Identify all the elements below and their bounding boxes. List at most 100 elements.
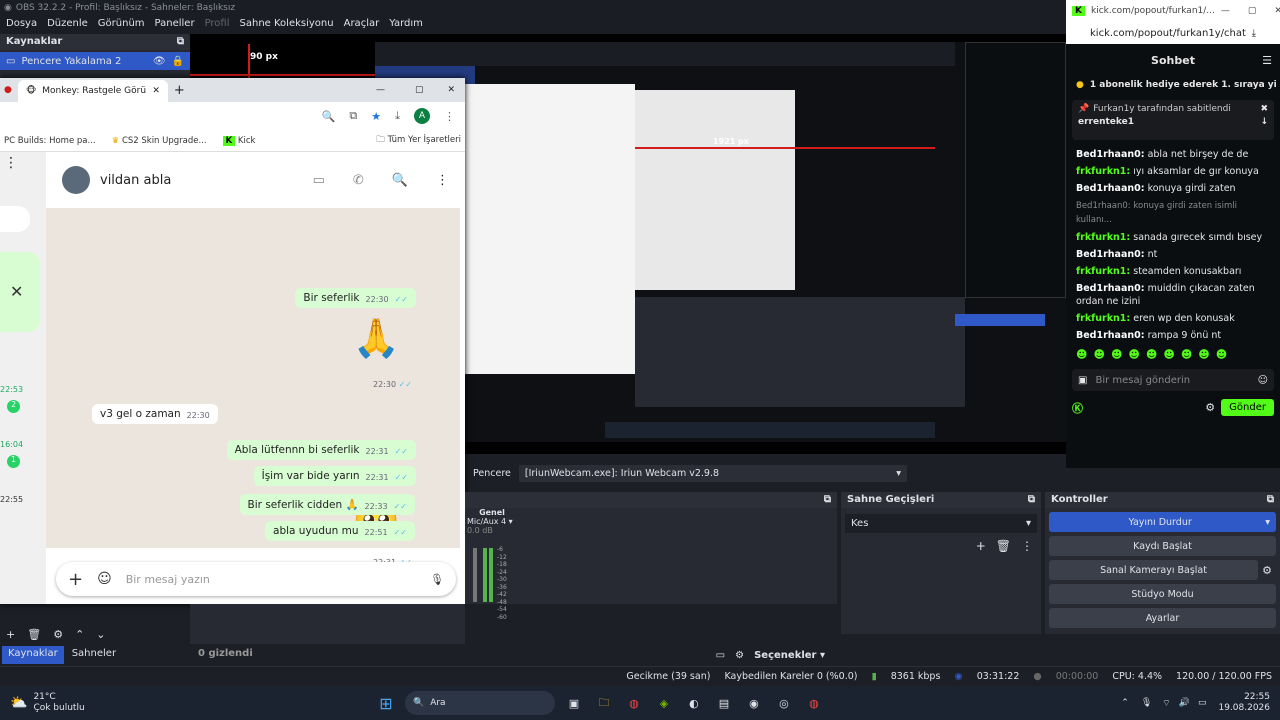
menu-edit[interactable]: Düzenle <box>47 18 88 32</box>
emote-icon[interactable]: ☻ <box>1076 348 1087 361</box>
menu-docks[interactable]: Paneller <box>155 18 195 32</box>
minimize-icon[interactable]: — <box>1221 6 1230 16</box>
menu-icon[interactable]: ⋮ <box>436 173 449 188</box>
menu-file[interactable]: Dosya <box>6 18 37 32</box>
clock[interactable]: 22:55 19.08.2026 <box>1218 692 1270 714</box>
volume-slider[interactable] <box>473 548 477 602</box>
lock-icon[interactable]: 🔒 <box>172 56 184 67</box>
chat-username[interactable]: Bed1rhaan0: <box>1076 283 1145 294</box>
layout-icon[interactable]: ▭ <box>716 650 725 661</box>
app-icon[interactable]: ◎ <box>774 693 794 713</box>
chevron-down-icon[interactable]: ▾ <box>1265 517 1270 528</box>
undock-icon[interactable]: ⧉ <box>177 36 184 48</box>
chat-username[interactable]: frkfurkn1: <box>1076 266 1130 277</box>
chrome-icon-2[interactable]: ◍ <box>804 693 824 713</box>
kick-url[interactable]: kick.com/popout/furkan1y/chat <box>1090 28 1246 39</box>
task-view-icon[interactable]: ▣ <box>564 693 584 713</box>
new-tab-icon[interactable]: + <box>174 83 185 98</box>
close-window-icon[interactable]: ✕ <box>1274 6 1280 16</box>
emote-row[interactable]: ☻ ☻ ☻ ☻ ☻ ☻ ☻ ☻ ☻ <box>1066 344 1280 365</box>
collapse-icon[interactable]: ↓ <box>1260 117 1268 127</box>
emote-icon[interactable]: ☻ <box>1198 348 1209 361</box>
link-icon[interactable]: ⚙ <box>735 650 744 661</box>
options-button[interactable]: Seçenekler ▾ <box>754 650 825 661</box>
zoom-icon[interactable]: 🔍 <box>322 110 336 123</box>
eye-icon[interactable]: 👁 <box>153 56 166 67</box>
start-record-button[interactable]: Kaydı Başlat <box>1049 536 1276 556</box>
chat-username[interactable]: Bed1rhaan0: <box>1076 249 1145 260</box>
chrome-icon[interactable]: ◍ <box>624 693 644 713</box>
close-window-icon[interactable]: ✕ <box>447 85 455 95</box>
add-icon[interactable]: + <box>6 628 15 641</box>
menu-view[interactable]: Görünüm <box>98 18 145 32</box>
down-icon[interactable]: ⌄ <box>96 628 105 641</box>
send-button[interactable]: Gönder <box>1221 399 1274 416</box>
gift-banner[interactable]: ● 1 abonelik hediye ederek 1. sıraya yi <box>1066 76 1280 94</box>
download-icon[interactable]: ⤓ <box>1252 28 1256 39</box>
emote-icon[interactable]: ☻ <box>1128 348 1139 361</box>
menu-tools[interactable]: Araçlar <box>344 18 380 32</box>
search-box[interactable]: 🔍 Ara <box>404 691 555 715</box>
cast-icon[interactable]: ⧉ <box>349 109 357 123</box>
phone-icon[interactable]: ✆ <box>353 173 364 188</box>
bookmark-cs2[interactable]: ♛ CS2 Skin Upgrade... <box>112 136 207 146</box>
maximize-icon[interactable]: ▢ <box>1248 6 1257 16</box>
emote-icon[interactable]: ☻ <box>1181 348 1192 361</box>
download-icon[interactable]: ⤓ <box>395 109 400 123</box>
wifi-icon[interactable]: ⌔ <box>1162 698 1170 709</box>
epic-games-icon[interactable]: ▤ <box>714 693 734 713</box>
avatar[interactable] <box>62 166 90 194</box>
star-icon[interactable]: ★ <box>371 110 381 123</box>
menu-icon[interactable]: ⋮ <box>1021 539 1033 553</box>
menu-profile[interactable]: Profil <box>205 18 230 32</box>
video-call-icon[interactable]: ▭ <box>313 173 325 188</box>
chevron-up-icon[interactable]: ⌃ <box>1121 698 1129 708</box>
chat-username[interactable]: Bed1rhaan0: <box>1076 149 1145 160</box>
undock-icon[interactable]: ⧉ <box>1028 494 1035 506</box>
nvidia-icon[interactable]: ◈ <box>654 693 674 713</box>
obs-icon[interactable]: ◉ <box>744 693 764 713</box>
chat-username[interactable]: frkfurkn1: <box>1076 166 1130 177</box>
emote-icon[interactable]: ☻ <box>1146 348 1157 361</box>
undock-icon[interactable]: ⧉ <box>824 494 831 506</box>
trash-icon[interactable]: 🗑 <box>996 539 1011 553</box>
menu-help[interactable]: Yardım <box>389 18 423 32</box>
steam-icon[interactable]: ◐ <box>684 693 704 713</box>
unpin-icon[interactable]: ✖ <box>1260 104 1268 114</box>
chat-input[interactable]: Bir mesaj gönderin <box>1095 375 1249 386</box>
search-icon[interactable]: 🔍 <box>392 173 408 188</box>
gear-icon[interactable]: ⚙ <box>53 628 63 641</box>
tab-sources[interactable]: Kaynaklar <box>2 646 64 664</box>
emote-icon[interactable]: ☻ <box>1111 348 1122 361</box>
microphone-icon[interactable]: 🎙 <box>1141 698 1152 708</box>
chat-username[interactable]: frkfurkn1: <box>1076 313 1130 324</box>
profile-avatar[interactable]: A <box>414 108 430 124</box>
window-select[interactable]: [IriunWebcam.exe]: Iriun Webcam v2.9.8 ▾ <box>518 464 907 482</box>
tab-monkey[interactable]: 🐵 Monkey: Rastgele Görüntü ✕ <box>17 80 168 102</box>
volume-icon[interactable]: 🔊 <box>1179 698 1190 708</box>
gear-icon[interactable]: ⚙ <box>1205 401 1215 414</box>
chat-username[interactable]: Bed1rhaan0: <box>1076 330 1145 341</box>
emote-icon[interactable]: ☻ <box>1093 348 1104 361</box>
add-icon[interactable]: + <box>976 539 986 553</box>
audio-track-select[interactable]: Mic/Aux 4 ▾ <box>467 517 517 526</box>
kebab-icon[interactable]: ⋮ <box>4 155 18 171</box>
gear-icon[interactable]: ⚙ <box>1262 564 1272 577</box>
weather-widget[interactable]: 21°C Çok bulutlu <box>33 692 84 714</box>
source-item[interactable]: ▭ Pencere Yakalama 2 👁 🔒 <box>0 52 190 70</box>
studio-mode-button[interactable]: Stüdyo Modu <box>1049 584 1276 604</box>
microphone-icon[interactable]: 🎙 <box>430 573 444 586</box>
bookmark-kick[interactable]: K Kick <box>222 135 255 146</box>
chat-username[interactable]: frkfurkn1: <box>1076 232 1130 243</box>
stop-stream-button[interactable]: Yayını Durdur ▾ <box>1049 512 1276 532</box>
all-bookmarks[interactable]: 🗀 Tüm Yer İşaretleri <box>376 134 461 148</box>
menu-kebab-icon[interactable]: ⋮ <box>444 110 455 123</box>
maximize-icon[interactable]: ▢ <box>415 85 424 95</box>
close-icon[interactable]: ✕ <box>10 282 23 301</box>
users-icon[interactable]: ☰ <box>1262 54 1272 67</box>
minimize-icon[interactable]: — <box>376 85 385 95</box>
virtual-camera-button[interactable]: Sanal Kamerayı Başlat <box>1049 560 1259 580</box>
sticker-icon[interactable]: ☺ <box>97 571 112 587</box>
battery-icon[interactable]: ▭ <box>1198 698 1207 708</box>
emoji-picker-icon[interactable]: ☺ <box>1258 375 1268 386</box>
